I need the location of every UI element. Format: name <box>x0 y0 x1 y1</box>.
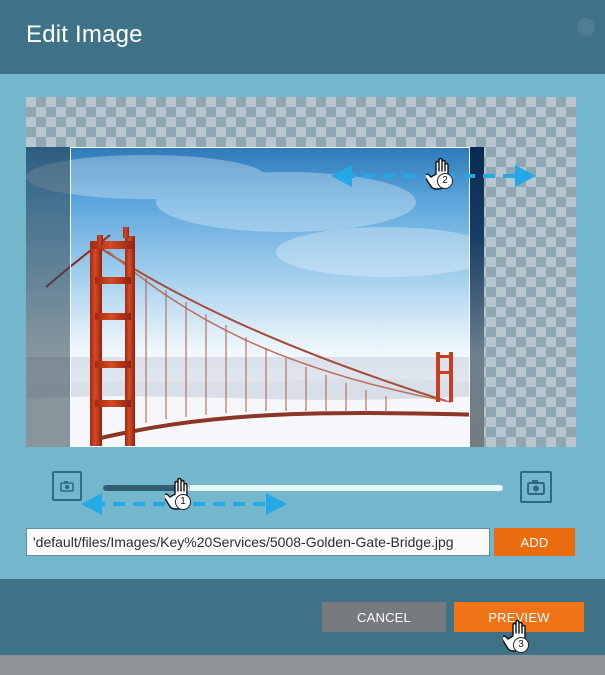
step-3-label: 3 <box>518 639 524 650</box>
zoom-slider-row: 1 <box>25 469 580 515</box>
image-url-row: ADD <box>26 528 576 556</box>
dialog-header: Edit Image <box>0 0 605 74</box>
camera-icon[interactable] <box>520 471 552 503</box>
zoom-slider-thumb[interactable] <box>176 481 190 495</box>
step-3-badge: 3 <box>513 637 529 653</box>
bottom-strip <box>0 655 605 675</box>
close-icon[interactable] <box>577 18 595 36</box>
image-url-input[interactable] <box>26 528 490 556</box>
preview-button[interactable]: PREVIEW <box>454 602 584 632</box>
image-canvas[interactable]: 2 <box>26 97 576 447</box>
step-1-label: 1 <box>180 496 186 507</box>
cancel-button[interactable]: CANCEL <box>322 602 446 632</box>
dialog-title: Edit Image <box>26 21 143 48</box>
edit-image-dialog: Edit Image 2 1 'default/files/Images/Key… <box>0 0 605 675</box>
add-button[interactable]: ADD <box>494 528 575 556</box>
zoom-slider-fill <box>103 485 183 491</box>
image-preview[interactable] <box>26 147 484 447</box>
camera-icon[interactable] <box>52 471 82 501</box>
dialog-footer: CANCEL PREVIEW 3 <box>0 579 605 655</box>
crop-shadow-left <box>26 147 70 447</box>
zoom-slider-track[interactable] <box>103 485 503 491</box>
step-1-badge: 1 <box>175 494 191 510</box>
crop-frame[interactable] <box>70 147 470 447</box>
crop-shadow-right <box>470 147 484 447</box>
